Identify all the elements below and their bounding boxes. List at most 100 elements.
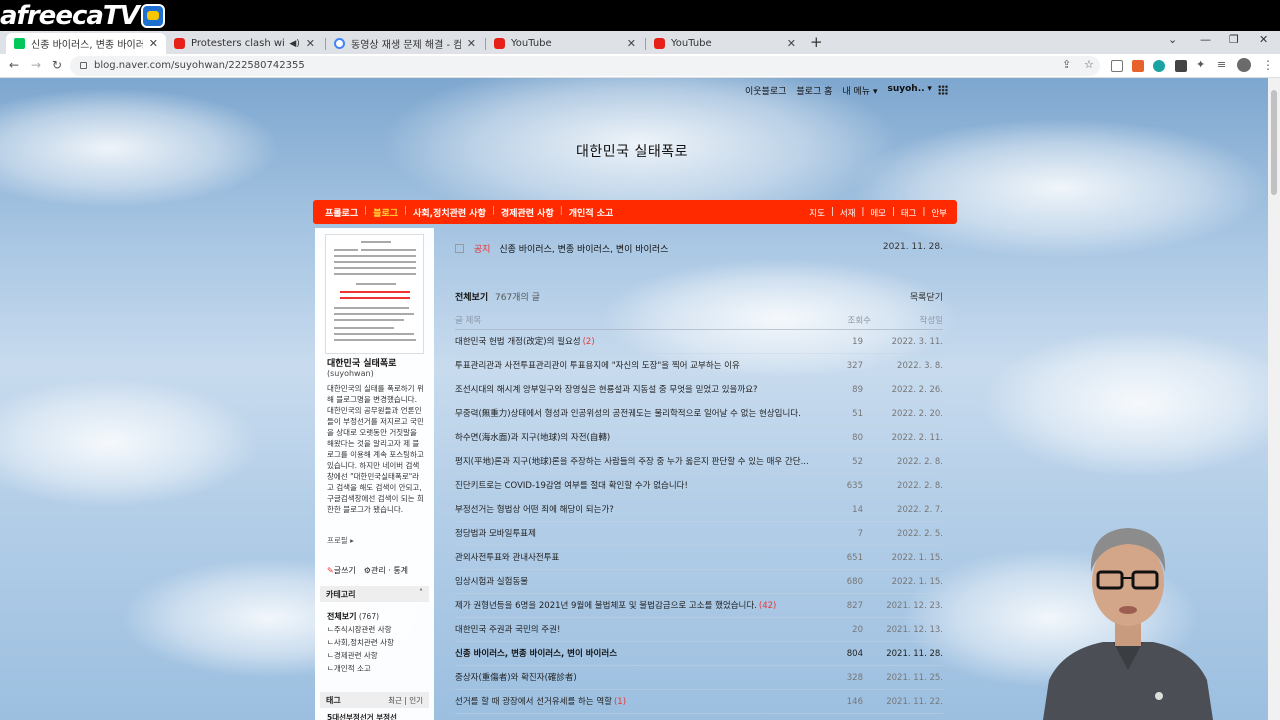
blog-home-link[interactable]: 블로그 홈 — [796, 84, 832, 97]
url-field[interactable]: blog.naver.com/suyohwan/222580742355 — [70, 56, 1100, 76]
manage-link[interactable]: ⚙관리 · 통계 — [364, 565, 408, 576]
post-row[interactable]: 조선시대의 해시계 앙부일구와 장영실은 현룡설과 지동설 중 무엇을 믿었고 … — [455, 378, 943, 402]
reload-icon[interactable]: ↻ — [52, 58, 62, 72]
tab-google-help[interactable]: 동영상 재생 문제 해결 - 컴퓨터 ✕ — [326, 33, 484, 54]
category-item-economy[interactable]: ㄴ경제관련 사항 — [327, 649, 394, 662]
post-row[interactable]: 제가 권형년등을 6명을 2021년 9월에 불법체포 및 불법감금으로 고소를… — [455, 594, 943, 618]
post-row[interactable]: 평지(平地)론과 지구(地球)론을 주장하는 사람들의 주장 중 누가 옳은지 … — [455, 450, 943, 474]
comment-count[interactable]: (42) — [759, 601, 776, 611]
notice-title[interactable]: 신종 바이러스, 변종 바이러스, 변이 바이러스 — [499, 245, 668, 255]
menu-guestbook[interactable]: 안부 — [931, 207, 947, 219]
close-window-button[interactable]: ✕ — [1259, 33, 1268, 46]
close-tab-icon[interactable]: ✕ — [787, 37, 796, 50]
forward-arrow-icon[interactable]: → — [31, 58, 41, 72]
post-title-link[interactable]: 대한민국 주권과 국민의 주권! — [455, 618, 825, 642]
chevron-up-icon[interactable]: ˄ — [419, 588, 423, 597]
post-title-link[interactable]: 정당법과 모바일투표제 — [455, 522, 825, 546]
post-row[interactable]: 대한민국 주권과 국민의 주권! 20 2021. 12. 13. — [455, 618, 943, 642]
menu-map[interactable]: 지도 — [809, 207, 825, 219]
post-row[interactable]: 무중력(無重力)상태에서 형성과 인공위성의 공전궤도는 물리학적으로 일어날 … — [455, 402, 943, 426]
tab-naver-blog[interactable]: 신종 바이러스, 변종 바이러스, 변 ✕ — [6, 33, 166, 54]
menu-economy[interactable]: 경제관련 사항 — [501, 206, 554, 219]
category-item-personal[interactable]: ㄴ개인적 소고 — [327, 662, 394, 675]
post-title-link[interactable]: 무중력(無重力)상태에서 형성과 인공위성의 공전궤도는 물리학적으로 일어날 … — [455, 402, 825, 426]
puzzle-extensions-icon[interactable]: ✦ — [1196, 58, 1205, 71]
page-scrollbar[interactable] — [1268, 78, 1280, 720]
comment-count[interactable]: (2) — [583, 337, 595, 347]
post-row[interactable]: 중상자(重傷者)와 확진자(確診者) 328 2021. 11. 25. — [455, 666, 943, 690]
tag-item[interactable]: 5대선부정선거 부정선 — [327, 712, 397, 720]
post-title-link[interactable]: 제가 권형년등을 6명을 2021년 9월에 불법체포 및 불법감금으로 고소를… — [455, 594, 825, 618]
post-row[interactable]: 관외사전투표와 관내사전투표 651 2022. 1. 15. — [455, 546, 943, 570]
menu-tag[interactable]: 태그 — [901, 207, 917, 219]
post-row[interactable]: 신종 바이러스, 변종 바이러스, 변이 바이러스 804 2021. 11. 28… — [455, 642, 943, 666]
category-item-society[interactable]: ㄴ사회,정치관련 사항 — [327, 636, 394, 649]
neighbor-blog-link[interactable]: 이웃블로그 — [745, 84, 786, 97]
minimize-button[interactable]: — — [1200, 33, 1211, 46]
back-arrow-icon[interactable]: ← — [9, 58, 19, 72]
post-title-link[interactable]: 중상자(重傷者)와 확진자(確診者) — [455, 666, 825, 690]
post-row[interactable]: 부정선거는 형법상 어떤 죄에 해당이 되는가? 14 2022. 2. 7. — [455, 498, 943, 522]
post-title-link[interactable]: 부정선거는 형법상 어떤 죄에 해당이 되는가? — [455, 498, 825, 522]
share-icon[interactable]: ⇪ — [1062, 58, 1071, 71]
post-title-link[interactable]: 조선시대의 해시계 앙부일구와 장영실은 현룡설과 지동설 중 무엇을 믿었고 … — [455, 378, 825, 402]
close-tab-icon[interactable]: ✕ — [467, 37, 476, 50]
audio-playing-icon[interactable]: ◀) — [289, 39, 299, 49]
extension-teal-icon[interactable] — [1153, 60, 1165, 72]
close-tab-icon[interactable]: ✕ — [627, 37, 636, 50]
new-tab-button[interactable]: + — [810, 33, 823, 51]
close-list-button[interactable]: 목록닫기 — [910, 290, 943, 303]
post-title-link[interactable]: 임상시험과 실험동물 — [455, 570, 825, 594]
post-title-link[interactable]: 대한민국 헌법 개정(改定)의 필요성 (2) — [455, 330, 825, 354]
user-menu[interactable]: suyoh.. ▾ — [887, 84, 931, 97]
post-title-link[interactable]: 관외사전투표와 관내사전투표 — [455, 546, 825, 570]
extension-dark-icon[interactable] — [1175, 60, 1187, 72]
post-row[interactable]: 정당법과 모바일투표제 7 2022. 2. 5. — [455, 522, 943, 546]
menu-kebab-icon[interactable]: ⋮ — [1262, 58, 1274, 72]
category-item-stock[interactable]: ㄴ주식시장관련 사항 — [327, 623, 394, 636]
tag-sort-links[interactable]: 최근 | 인기 — [388, 695, 423, 706]
menu-prologue[interactable]: 프롤로그 — [325, 206, 358, 219]
blog-title[interactable]: 대한민국 실태폭로 — [576, 141, 688, 161]
post-title-link[interactable]: 진단키트로는 COVID-19감염 여부를 절대 확인할 수가 없습니다! — [455, 474, 825, 498]
tab-youtube-protesters[interactable]: Protesters clash with police ◀) ✕ — [166, 33, 323, 54]
post-title-link[interactable]: 하수면(海水面)과 지구(地球)의 자전(自轉) — [455, 426, 825, 450]
app-grid-icon[interactable] — [938, 85, 948, 95]
close-tab-icon[interactable]: ✕ — [149, 37, 158, 50]
post-row[interactable]: 진단키트로는 COVID-19감염 여부를 절대 확인할 수가 없습니다! 635… — [455, 474, 943, 498]
category-header[interactable]: 카테고리 ˄ — [320, 586, 429, 602]
my-menu-link[interactable]: 내 메뉴 ▾ — [842, 84, 877, 97]
post-row[interactable]: 투표관리관과 사전투표관리관이 투표용지에 "자신의 도장"을 찍어 교부하는 … — [455, 354, 943, 378]
tab-youtube-1[interactable]: YouTube ✕ — [486, 33, 644, 54]
menu-personal[interactable]: 개인적 소고 — [569, 206, 614, 219]
lock-icon[interactable] — [80, 62, 87, 69]
profile-link[interactable]: 프로필 ▸ — [327, 535, 354, 546]
media-controls-icon[interactable]: ≡ — [1217, 58, 1226, 71]
notice-row[interactable]: 공지 신종 바이러스, 변종 바이러스, 변이 바이러스 2021. 11. 2… — [455, 242, 943, 255]
post-row[interactable]: 대한민국 헌법 개정(改定)의 필요성 (2) 19 2022. 3. 11. — [455, 330, 943, 354]
close-tab-icon[interactable]: ✕ — [306, 37, 315, 50]
menu-blog[interactable]: 블로그 — [373, 206, 398, 219]
extension-translate-icon[interactable] — [1111, 60, 1123, 72]
tab-youtube-2[interactable]: YouTube ✕ — [646, 33, 804, 54]
tab-search-chevron-icon[interactable]: ⌄ — [1168, 33, 1177, 46]
profile-avatar[interactable] — [1237, 58, 1251, 72]
menu-library[interactable]: 서재 — [840, 207, 856, 219]
post-row[interactable]: 임상시험과 실험동물 680 2022. 1. 15. — [455, 570, 943, 594]
post-title-link[interactable]: 신종 바이러스, 변종 바이러스, 변이 바이러스 — [455, 642, 825, 666]
menu-memo[interactable]: 메모 — [870, 207, 886, 219]
extension-orange-icon[interactable] — [1132, 60, 1144, 72]
scrollbar-thumb[interactable] — [1271, 90, 1277, 195]
post-row[interactable]: 선거를 할 때 광장에서 선거유세를 하는 역할 (1) 146 2021. 11. … — [455, 690, 943, 714]
menu-society-politics[interactable]: 사회,정치관련 사항 — [413, 206, 486, 219]
write-link[interactable]: ✎글쓰기 — [327, 565, 356, 576]
post-title-link[interactable]: 선거를 할 때 광장에서 선거유세를 하는 역할 (1) — [455, 690, 825, 714]
restore-button[interactable]: ❐ — [1229, 33, 1239, 46]
profile-image[interactable] — [325, 234, 424, 354]
comment-count[interactable]: (1) — [614, 697, 626, 707]
category-item-all[interactable]: 전체보기 (767) — [327, 610, 394, 623]
post-title-link[interactable]: 투표관리관과 사전투표관리관이 투표용지에 "자신의 도장"을 찍어 교부하는 … — [455, 354, 825, 378]
post-title-link[interactable]: 평지(平地)론과 지구(地球)론을 주장하는 사람들의 주장 중 누가 옳은지 … — [455, 450, 825, 474]
bookmark-star-icon[interactable]: ☆ — [1084, 58, 1094, 71]
post-row[interactable]: 하수면(海水面)과 지구(地球)의 자전(自轉) 80 2022. 2. 11. — [455, 426, 943, 450]
